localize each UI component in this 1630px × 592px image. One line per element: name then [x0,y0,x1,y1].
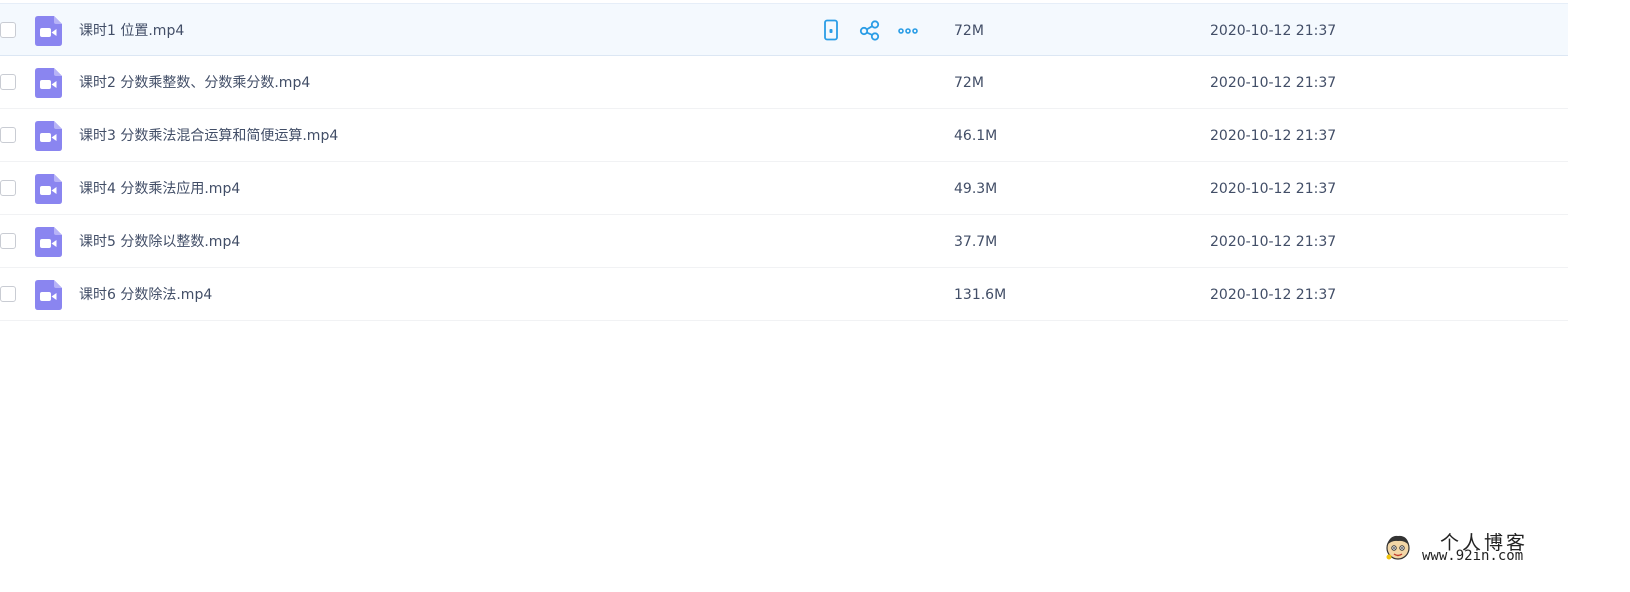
more-icon[interactable] [897,19,919,41]
file-size: 72M [954,23,984,39]
file-date: 2020-10-12 21:37 [1210,75,1337,91]
video-file-icon [35,174,62,204]
watermark-url: www.92in.com [1422,548,1524,564]
file-row[interactable]: 课时6 分数除法.mp4 131.6M 2020-10-12 21:37 [0,268,1568,321]
row-checkbox[interactable] [0,127,16,143]
file-row[interactable]: 课时5 分数除以整数.mp4 37.7M 2020-10-12 21:37 [0,215,1568,268]
file-date: 2020-10-12 21:37 [1210,128,1337,144]
share-icon[interactable] [859,19,881,41]
row-checkbox[interactable] [0,74,16,90]
file-date: 2020-10-12 21:37 [1210,23,1337,39]
file-size: 131.6M [954,287,1007,303]
file-row[interactable]: 课时4 分数乘法应用.mp4 49.3M 2020-10-12 21:37 [0,162,1568,215]
file-name[interactable]: 课时5 分数除以整数.mp4 [79,232,240,252]
row-checkbox[interactable] [0,286,16,302]
file-size: 37.7M [954,234,998,250]
video-file-icon [35,68,62,98]
file-size: 49.3M [954,181,998,197]
file-row[interactable]: 课时3 分数乘法混合运算和简便运算.mp4 46.1M 2020-10-12 2… [0,109,1568,162]
row-checkbox[interactable] [0,180,16,196]
file-date: 2020-10-12 21:37 [1210,234,1337,250]
file-size: 72M [954,75,984,91]
file-name[interactable]: 课时4 分数乘法应用.mp4 [79,179,240,199]
video-file-icon [35,227,62,257]
file-name[interactable]: 课时6 分数除法.mp4 [79,285,212,305]
file-list: 课时1 位置.mp4 72M 2020-10-12 21:37 课时2 分数乘整… [0,3,1568,321]
phone-icon[interactable] [820,19,842,41]
row-checkbox[interactable] [0,233,16,249]
video-file-icon [35,280,62,310]
file-date: 2020-10-12 21:37 [1210,287,1337,303]
file-name[interactable]: 课时1 位置.mp4 [79,21,184,41]
video-file-icon [35,121,62,151]
file-size: 46.1M [954,128,998,144]
file-name[interactable]: 课时3 分数乘法混合运算和简便运算.mp4 [79,126,338,146]
row-checkbox[interactable] [0,22,16,38]
video-file-icon [35,16,62,46]
file-row[interactable]: 课时2 分数乘整数、分数乘分数.mp4 72M 2020-10-12 21:37 [0,56,1568,109]
blog-watermark: 个人博客 www.92in.com [1384,530,1554,570]
file-date: 2020-10-12 21:37 [1210,181,1337,197]
file-name[interactable]: 课时2 分数乘整数、分数乘分数.mp4 [79,73,310,93]
file-row[interactable]: 课时1 位置.mp4 72M 2020-10-12 21:37 [0,3,1568,56]
cartoon-avatar-icon [1386,535,1410,560]
